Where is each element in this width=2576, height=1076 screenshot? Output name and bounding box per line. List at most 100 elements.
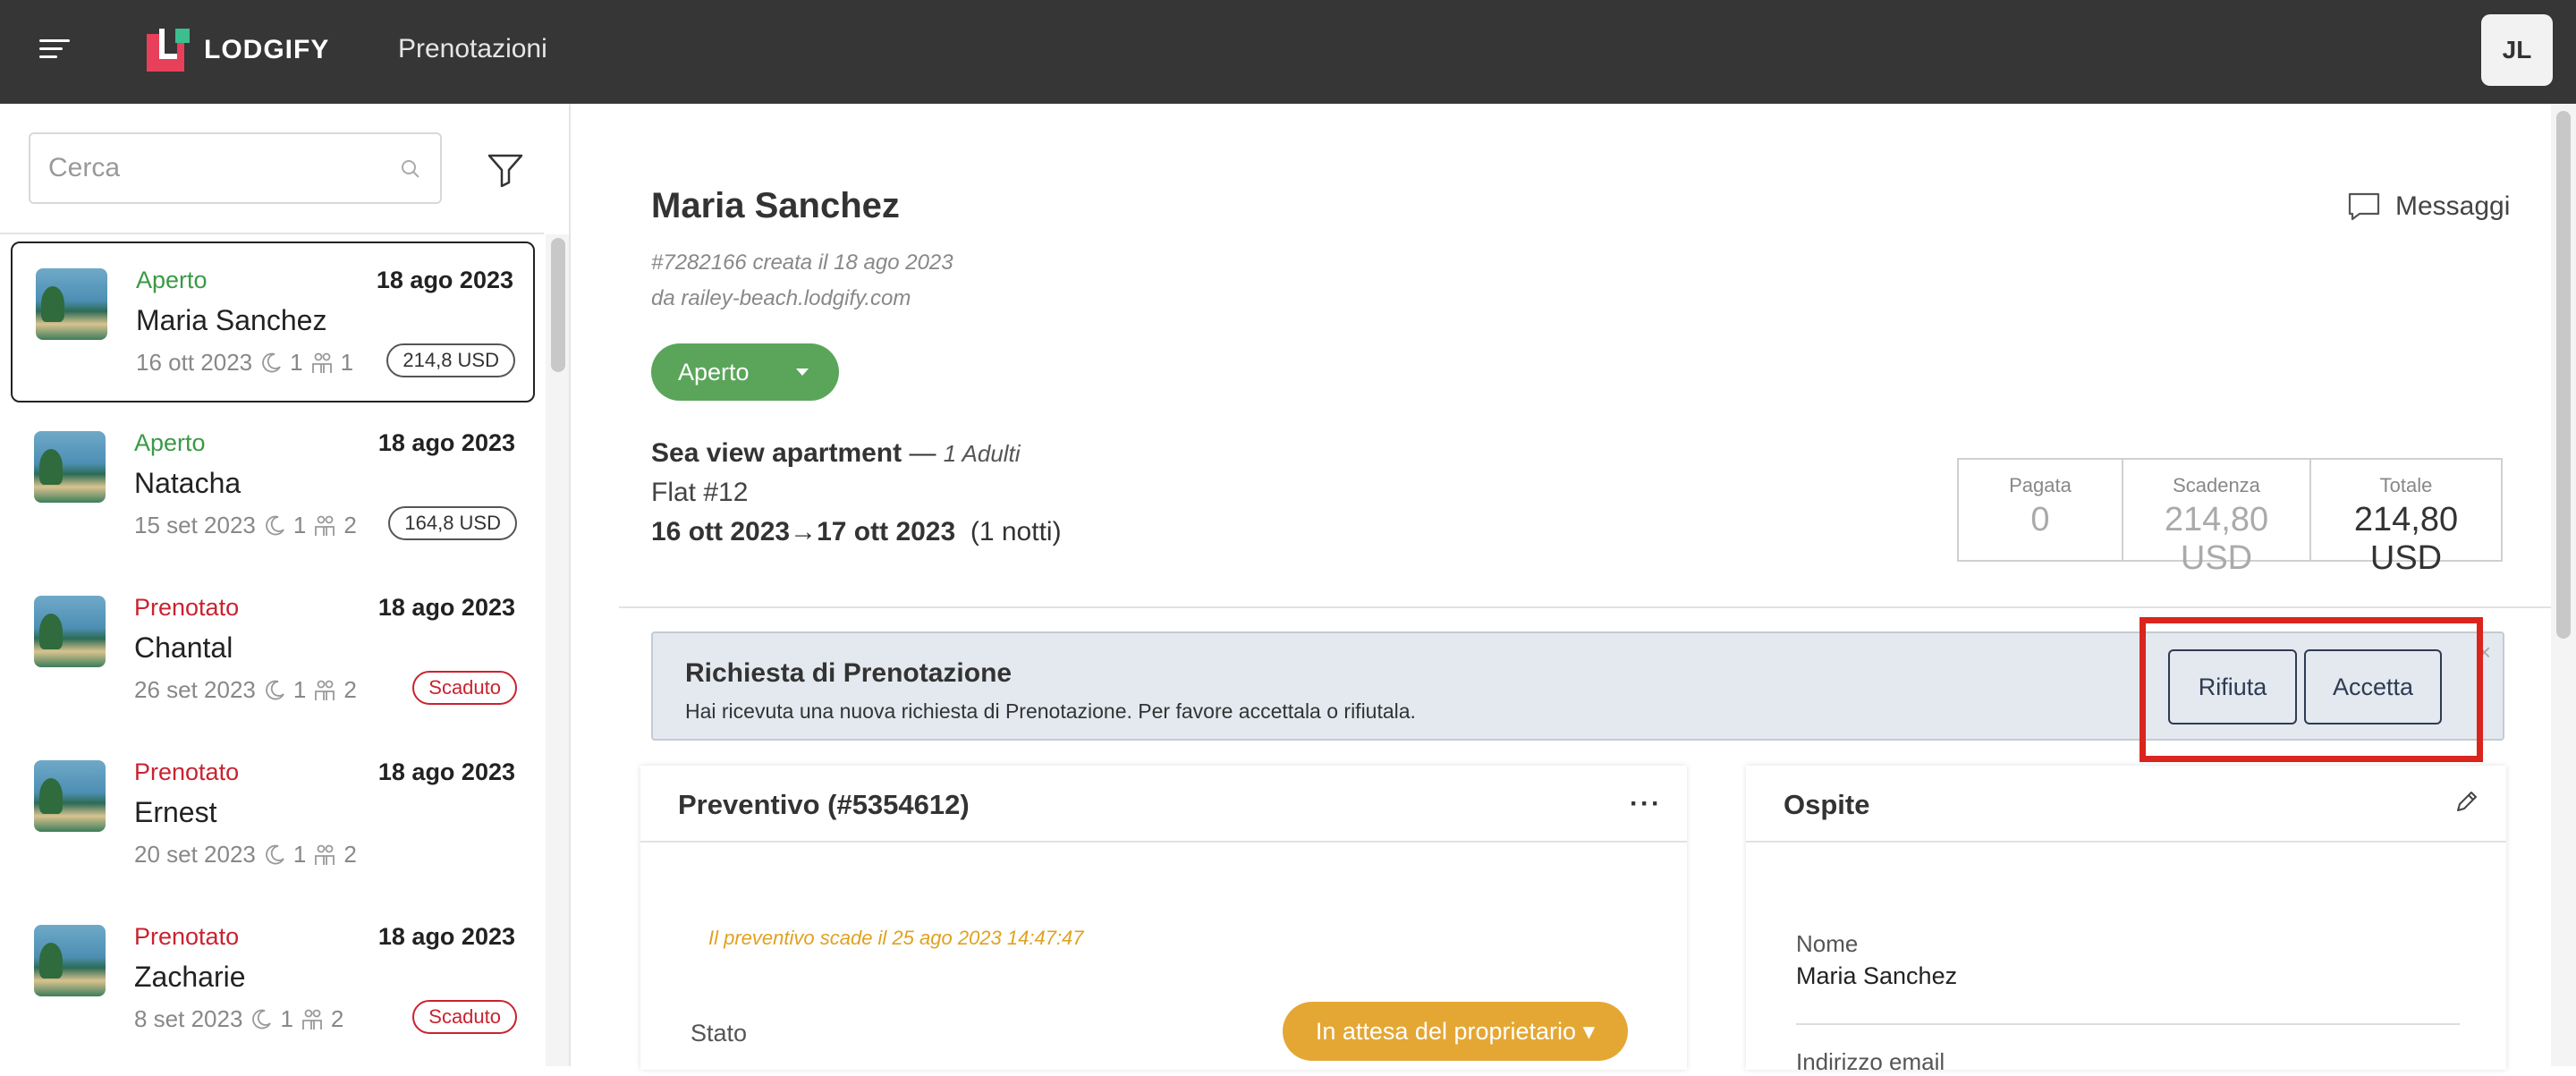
total-value: 214,80 USD <box>2353 501 2459 577</box>
booking-guest-name: Maria Sanchez <box>136 304 327 336</box>
booking-meta: 20 set 2023 1 2 <box>134 841 357 868</box>
property-thumbnail <box>36 268 107 340</box>
guests-icon <box>315 515 335 536</box>
guest-name-label: Nome <box>1796 930 1859 957</box>
price-badge: 214,8 USD <box>386 343 515 377</box>
menu-icon[interactable] <box>39 39 70 64</box>
checkin-date: 8 set 2023 <box>134 1005 243 1032</box>
page-title: Prenotazioni <box>398 34 547 64</box>
quote-state-value: In attesa del proprietario <box>1315 1017 1577 1045</box>
booking-meta: 26 set 2023 1 2 <box>134 676 357 704</box>
guest-card: Ospite Nome Maria Sanchez Indirizzo emai… <box>1746 766 2506 1075</box>
booking-created-date: 18 ago 2023 <box>377 758 515 785</box>
edit-pencil-icon[interactable] <box>2453 787 2481 816</box>
booking-guest-name: Chantal <box>134 631 233 664</box>
lodgify-logo[interactable]: LODGIFY <box>147 29 329 72</box>
unit-name: Flat #12 <box>651 478 749 507</box>
nights-count: 1 <box>292 676 307 703</box>
property-summary: Sea view apartment — 1 Adulti <box>651 438 1021 469</box>
checkin-date: 16 ott 2023 <box>136 349 253 376</box>
expired-badge: Scaduto <box>412 1000 517 1034</box>
field-divider <box>1796 1023 2460 1025</box>
caret-down-icon <box>796 369 809 376</box>
nights-count: (1 notti) <box>970 517 1062 546</box>
booking-list-item[interactable]: Aperto Maria Sanchez 18 ago 2023 16 ott 202… <box>11 241 535 402</box>
request-title: Richiesta di Prenotazione <box>685 658 1013 688</box>
booking-status: Prenotato <box>134 923 240 950</box>
search-icon <box>402 160 419 178</box>
guest-title: Maria Sanchez <box>651 186 900 225</box>
adults-count: 1 Adulti <box>943 440 1021 467</box>
brand-name: LODGIFY <box>204 35 330 64</box>
guests-count: 2 <box>343 512 357 538</box>
guest-name-value: Maria Sanchez <box>1796 962 1958 989</box>
request-text: Hai ricevuta una nuova richiesta di Pren… <box>685 699 1416 723</box>
total-label: Totale <box>2379 474 2433 496</box>
total-cell: Totale 214,80 USD <box>2311 460 2501 577</box>
property-separator: — <box>902 438 944 468</box>
booking-status: Prenotato <box>134 758 240 785</box>
property-thumbnail <box>34 925 106 996</box>
guests-icon <box>302 1009 322 1029</box>
moon-icon <box>252 1009 272 1029</box>
guest-card-header: Ospite <box>1746 766 2506 843</box>
caret-down-icon: ▾ <box>1582 1017 1596 1045</box>
list-scrollbar-thumb[interactable] <box>551 238 565 372</box>
booking-list-item[interactable]: Prenotato Ernest 18 ago 2023 20 set 2023 1 2 <box>11 735 535 896</box>
booking-created-date: 18 ago 2023 <box>377 923 515 950</box>
paid-value: 0 <box>2030 501 2050 538</box>
quote-card-header: Preventivo (#5354612) ··· <box>640 766 1687 843</box>
booking-status: Aperto <box>136 267 208 293</box>
due-cell: Scadenza 214,80 USD <box>2123 460 2311 577</box>
guests-count: 2 <box>330 1005 344 1032</box>
top-bar: LODGIFY Prenotazioni JL <box>0 0 2576 104</box>
messages-button[interactable]: Messaggi <box>2347 191 2510 222</box>
search-input[interactable]: Cerca <box>29 132 442 204</box>
nights-count: 1 <box>292 841 307 868</box>
property-thumbnail <box>34 431 106 503</box>
list-divider <box>0 233 544 234</box>
quote-state-label: Stato <box>691 1020 748 1046</box>
booking-list-item[interactable]: Prenotato Chantal 18 ago 2023 26 set 2023 1 2… <box>11 571 535 732</box>
checkin-date: 20 set 2023 <box>134 841 256 868</box>
status-dropdown[interactable]: Aperto <box>651 343 839 401</box>
booking-guest-name: Zacharie <box>134 961 246 993</box>
due-label: Scadenza <box>2173 474 2260 496</box>
booking-guest-name: Natacha <box>134 467 242 499</box>
due-value: 214,80 USD <box>2164 501 2269 577</box>
quote-title: Preventivo (#5354612) <box>678 789 970 820</box>
nights-count: 1 <box>280 1005 293 1032</box>
booking-id: #7282166 creata il 18 ago 2023 <box>651 250 953 275</box>
booking-detail: Maria Sanchez Messaggi #7282166 creata i… <box>572 104 2551 1075</box>
section-divider <box>619 606 2551 608</box>
date-arrow: → <box>790 517 818 546</box>
quote-expiry: Il preventivo scade il 25 ago 2023 14:47… <box>708 927 1084 949</box>
more-options-icon[interactable]: ··· <box>1630 789 1662 819</box>
logo-mark-icon <box>147 29 190 72</box>
moon-icon <box>266 515 284 535</box>
expired-badge: Scaduto <box>412 671 517 705</box>
date-from: 16 ott 2023 <box>651 517 791 546</box>
status-dropdown-label: Aperto <box>678 358 750 385</box>
user-avatar[interactable]: JL <box>2481 14 2553 86</box>
booking-meta: 15 set 2023 1 2 <box>134 512 357 539</box>
nights-count: 1 <box>292 512 307 538</box>
booking-list-sidebar: Cerca Aperto Maria Sanchez 18 ago 2023 16 o… <box>0 104 571 1066</box>
guests-count: 1 <box>340 349 354 376</box>
quote-state-dropdown[interactable]: In attesa del proprietario ▾ <box>1283 1002 1628 1061</box>
booking-source: da railey-beach.lodgify.com <box>651 286 911 310</box>
main-scrollbar-thumb[interactable] <box>2556 111 2571 639</box>
paid-label: Pagata <box>2009 474 2072 496</box>
paid-cell: Pagata 0 <box>1959 460 2123 560</box>
highlight-box <box>2140 617 2483 762</box>
booking-meta: 8 set 2023 1 2 <box>134 1005 343 1033</box>
filter-icon[interactable] <box>487 152 524 188</box>
stay-dates: 16 ott 2023→17 ott 2023 (1 notti) <box>651 517 1062 547</box>
price-badge: 164,8 USD <box>388 506 517 540</box>
booking-guest-name: Ernest <box>134 796 217 828</box>
booking-list-item[interactable]: Aperto Natacha 18 ago 2023 15 set 2023 1 2 164… <box>11 406 535 567</box>
booking-list-item[interactable]: Prenotato Zacharie 18 ago 2023 8 set 2023 1 2… <box>11 900 535 1061</box>
checkin-date: 26 set 2023 <box>134 676 256 703</box>
property-thumbnail <box>34 760 106 832</box>
booking-meta: 16 ott 2023 1 1 <box>136 349 353 377</box>
